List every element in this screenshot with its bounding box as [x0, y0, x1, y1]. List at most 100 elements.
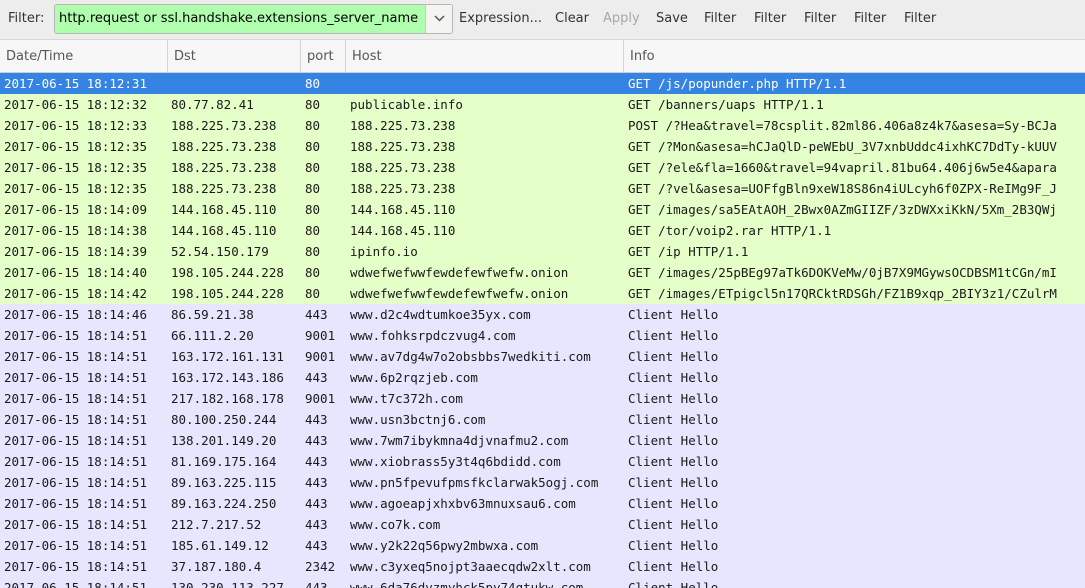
packet-row[interactable]: 2017-06-15 18:14:51 163.172.143.186 443 www… — [0, 367, 1085, 388]
cell-host: 188.225.73.238 — [350, 139, 456, 154]
filter-button-2[interactable]: Filter — [754, 11, 786, 26]
filter-button-5[interactable]: Filter — [904, 11, 936, 26]
cell-port: 80 — [305, 76, 321, 91]
packet-row[interactable]: 2017-06-15 18:14:51 81.169.175.164 443 www.… — [0, 451, 1085, 472]
cell-info: GET /images/sa5EAtAOH_2Bwx0AZmGIIZF/3zDW… — [628, 202, 1057, 217]
cell-datetime: 2017-06-15 18:14:51 — [4, 433, 147, 448]
cell-port: 80 — [305, 118, 321, 133]
packet-row[interactable]: 2017-06-15 18:14:51 66.111.2.20 9001 www.fo… — [0, 325, 1085, 346]
cell-host: www.d2c4wdtumkoe35yx.com — [350, 307, 531, 322]
display-filter-input[interactable] — [55, 5, 425, 33]
cell-host: www.agoeapjxhxbv63mnuxsau6.com — [350, 496, 576, 511]
cell-datetime: 2017-06-15 18:14:40 — [4, 265, 147, 280]
cell-dst: 188.225.73.238 — [171, 139, 277, 154]
cell-port: 443 — [305, 517, 328, 532]
packet-row[interactable]: 2017-06-15 18:14:51 217.182.168.178 9001 ww… — [0, 388, 1085, 409]
cell-host: 144.168.45.110 — [350, 223, 456, 238]
packet-list-header: Date/Time Dst port Host Info — [0, 40, 1085, 73]
cell-datetime: 2017-06-15 18:14:51 — [4, 328, 147, 343]
column-header-host[interactable]: Host — [346, 40, 624, 72]
packet-row[interactable]: 2017-06-15 18:12:31 80 GET /js/popunder.ph… — [0, 73, 1085, 94]
cell-port: 443 — [305, 475, 328, 490]
cell-port: 443 — [305, 454, 328, 469]
packet-list[interactable]: 2017-06-15 18:12:31 80 GET /js/popunder.ph… — [0, 73, 1085, 588]
cell-port: 443 — [305, 307, 328, 322]
column-header-info[interactable]: Info — [624, 40, 1085, 72]
cell-port: 2342 — [305, 559, 336, 574]
cell-port: 80 — [305, 286, 321, 301]
cell-dst: 138.201.149.20 — [171, 433, 277, 448]
filter-button-4[interactable]: Filter — [854, 11, 886, 26]
packet-row[interactable]: 2017-06-15 18:12:35 188.225.73.238 80 188.2… — [0, 157, 1085, 178]
packet-row[interactable]: 2017-06-15 18:14:09 144.168.45.110 80 144.1… — [0, 199, 1085, 220]
column-header-dst[interactable]: Dst — [168, 40, 301, 72]
packet-row[interactable]: 2017-06-15 18:14:39 52.54.150.179 80 ipinfo… — [0, 241, 1085, 262]
cell-port: 443 — [305, 433, 328, 448]
packet-row[interactable]: 2017-06-15 18:14:51 37.187.180.4 2342 www.c… — [0, 556, 1085, 577]
cell-host: www.t7c372h.com — [350, 391, 463, 406]
cell-host: www.co7k.com — [350, 517, 441, 532]
cell-dst: 37.187.180.4 — [171, 559, 262, 574]
cell-dst: 130.230.113.227 — [171, 580, 284, 588]
expression-button[interactable]: Expression... — [459, 11, 542, 26]
packet-row[interactable]: 2017-06-15 18:14:46 86.59.21.38 443 www.d2c… — [0, 304, 1085, 325]
filter-button-1[interactable]: Filter — [704, 11, 736, 26]
cell-port: 80 — [305, 223, 321, 238]
cell-host: 188.225.73.238 — [350, 181, 456, 196]
packet-row[interactable]: 2017-06-15 18:14:40 198.105.244.228 80 wdwe… — [0, 262, 1085, 283]
cell-dst: 86.59.21.38 — [171, 307, 254, 322]
cell-dst: 52.54.150.179 — [171, 244, 269, 259]
column-header-port[interactable]: port — [301, 40, 346, 72]
cell-info: GET /banners/uaps HTTP/1.1 — [628, 97, 824, 112]
cell-info: GET /images/ETpigcl5n17QRCktRDSGh/FZ1B9x… — [628, 286, 1057, 301]
filter-label: Filter: — [8, 11, 45, 26]
packet-row[interactable]: 2017-06-15 18:14:51 89.163.225.115 443 www.… — [0, 472, 1085, 493]
packet-row[interactable]: 2017-06-15 18:14:51 130.230.113.227 443 www… — [0, 577, 1085, 588]
cell-port: 80 — [305, 244, 321, 259]
cell-datetime: 2017-06-15 18:14:51 — [4, 454, 147, 469]
packet-row[interactable]: 2017-06-15 18:14:51 89.163.224.250 443 www.… — [0, 493, 1085, 514]
cell-port: 80 — [305, 202, 321, 217]
cell-datetime: 2017-06-15 18:14:51 — [4, 538, 147, 553]
filter-history-dropdown[interactable] — [425, 5, 452, 33]
cell-host: 144.168.45.110 — [350, 202, 456, 217]
filter-button-3[interactable]: Filter — [804, 11, 836, 26]
cell-info: Client Hello — [628, 370, 719, 385]
save-button[interactable]: Save — [656, 11, 688, 26]
display-filter-combo[interactable] — [54, 4, 453, 34]
cell-info: Client Hello — [628, 391, 719, 406]
column-header-datetime[interactable]: Date/Time — [0, 40, 168, 72]
cell-info: Client Hello — [628, 475, 719, 490]
packet-row[interactable]: 2017-06-15 18:14:38 144.168.45.110 80 144.1… — [0, 220, 1085, 241]
cell-datetime: 2017-06-15 18:14:09 — [4, 202, 147, 217]
packet-row[interactable]: 2017-06-15 18:12:35 188.225.73.238 80 188.2… — [0, 178, 1085, 199]
packet-row[interactable]: 2017-06-15 18:14:42 198.105.244.228 80 wdwe… — [0, 283, 1085, 304]
packet-row[interactable]: 2017-06-15 18:12:33 188.225.73.238 80 188.2… — [0, 115, 1085, 136]
cell-port: 443 — [305, 412, 328, 427]
cell-host: 188.225.73.238 — [350, 160, 456, 175]
cell-datetime: 2017-06-15 18:12:35 — [4, 181, 147, 196]
cell-dst: 198.105.244.228 — [171, 286, 284, 301]
cell-host: publicable.info — [350, 97, 463, 112]
cell-info: Client Hello — [628, 433, 719, 448]
cell-datetime: 2017-06-15 18:14:38 — [4, 223, 147, 238]
cell-info: Client Hello — [628, 307, 719, 322]
cell-info: Client Hello — [628, 580, 719, 588]
packet-row[interactable]: 2017-06-15 18:14:51 163.172.161.131 9001 ww… — [0, 346, 1085, 367]
packet-row[interactable]: 2017-06-15 18:14:51 80.100.250.244 443 www.… — [0, 409, 1085, 430]
cell-host: www.fohksrpdczvug4.com — [350, 328, 516, 343]
cell-host: www.6p2rqzjeb.com — [350, 370, 478, 385]
packet-row[interactable]: 2017-06-15 18:14:51 185.61.149.12 443 www.y… — [0, 535, 1085, 556]
packet-row[interactable]: 2017-06-15 18:12:32 80.77.82.41 80 publicab… — [0, 94, 1085, 115]
cell-host: www.7wm7ibykmna4djvnafmu2.com — [350, 433, 569, 448]
cell-info: Client Hello — [628, 538, 719, 553]
packet-row[interactable]: 2017-06-15 18:12:35 188.225.73.238 80 188.2… — [0, 136, 1085, 157]
cell-datetime: 2017-06-15 18:14:51 — [4, 412, 147, 427]
cell-dst: 81.169.175.164 — [171, 454, 277, 469]
packet-row[interactable]: 2017-06-15 18:14:51 212.7.217.52 443 www.co… — [0, 514, 1085, 535]
apply-button[interactable]: Apply — [603, 11, 640, 26]
packet-row[interactable]: 2017-06-15 18:14:51 138.201.149.20 443 www.… — [0, 430, 1085, 451]
clear-button[interactable]: Clear — [555, 11, 589, 26]
cell-port: 80 — [305, 139, 321, 154]
cell-datetime: 2017-06-15 18:14:51 — [4, 517, 147, 532]
